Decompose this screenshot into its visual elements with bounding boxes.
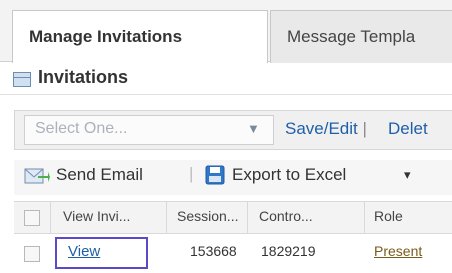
email-icon [24, 168, 50, 184]
session-cell: 153668 [190, 243, 237, 259]
tab-manage-invitations[interactable]: Manage Invitations [12, 10, 268, 63]
column-header-role[interactable]: Role [374, 208, 403, 224]
column-header-control[interactable]: Contro... [259, 208, 313, 224]
select-all-checkbox[interactable] [24, 210, 40, 226]
excel-save-icon [205, 165, 225, 185]
column-header-session[interactable]: Session... [177, 208, 238, 224]
chevron-down-icon[interactable]: ▼ [247, 121, 260, 136]
column-divider [166, 201, 167, 234]
toolbar-separator: | [362, 119, 367, 138]
column-divider [247, 201, 248, 234]
column-header-view[interactable]: View Invi... [63, 208, 130, 224]
send-email-button[interactable]: Send Email [56, 165, 143, 185]
control-cell: 1829219 [261, 243, 316, 259]
delete-link[interactable]: Delet [388, 119, 428, 139]
tab-label: Manage Invitations [29, 27, 183, 46]
export-to-excel-button[interactable]: Export to Excel [232, 165, 346, 185]
view-link[interactable]: View [68, 243, 100, 260]
action-separator: | [189, 164, 194, 183]
save-edit-link[interactable]: Save/Edit | [285, 119, 367, 139]
row-checkbox[interactable] [24, 246, 40, 262]
select-placeholder: Select One... [35, 120, 128, 137]
column-divider [50, 201, 51, 234]
panel-title: Invitations [38, 67, 129, 87]
tab-label: Message Templa [287, 27, 416, 46]
save-edit-label: Save/Edit [285, 119, 358, 138]
grid-icon [13, 72, 31, 87]
tab-message-templates[interactable]: Message Templa [270, 10, 452, 63]
column-divider [364, 201, 365, 234]
export-caret-icon[interactable]: ▾ [404, 167, 411, 183]
role-link[interactable]: Present [374, 243, 422, 259]
